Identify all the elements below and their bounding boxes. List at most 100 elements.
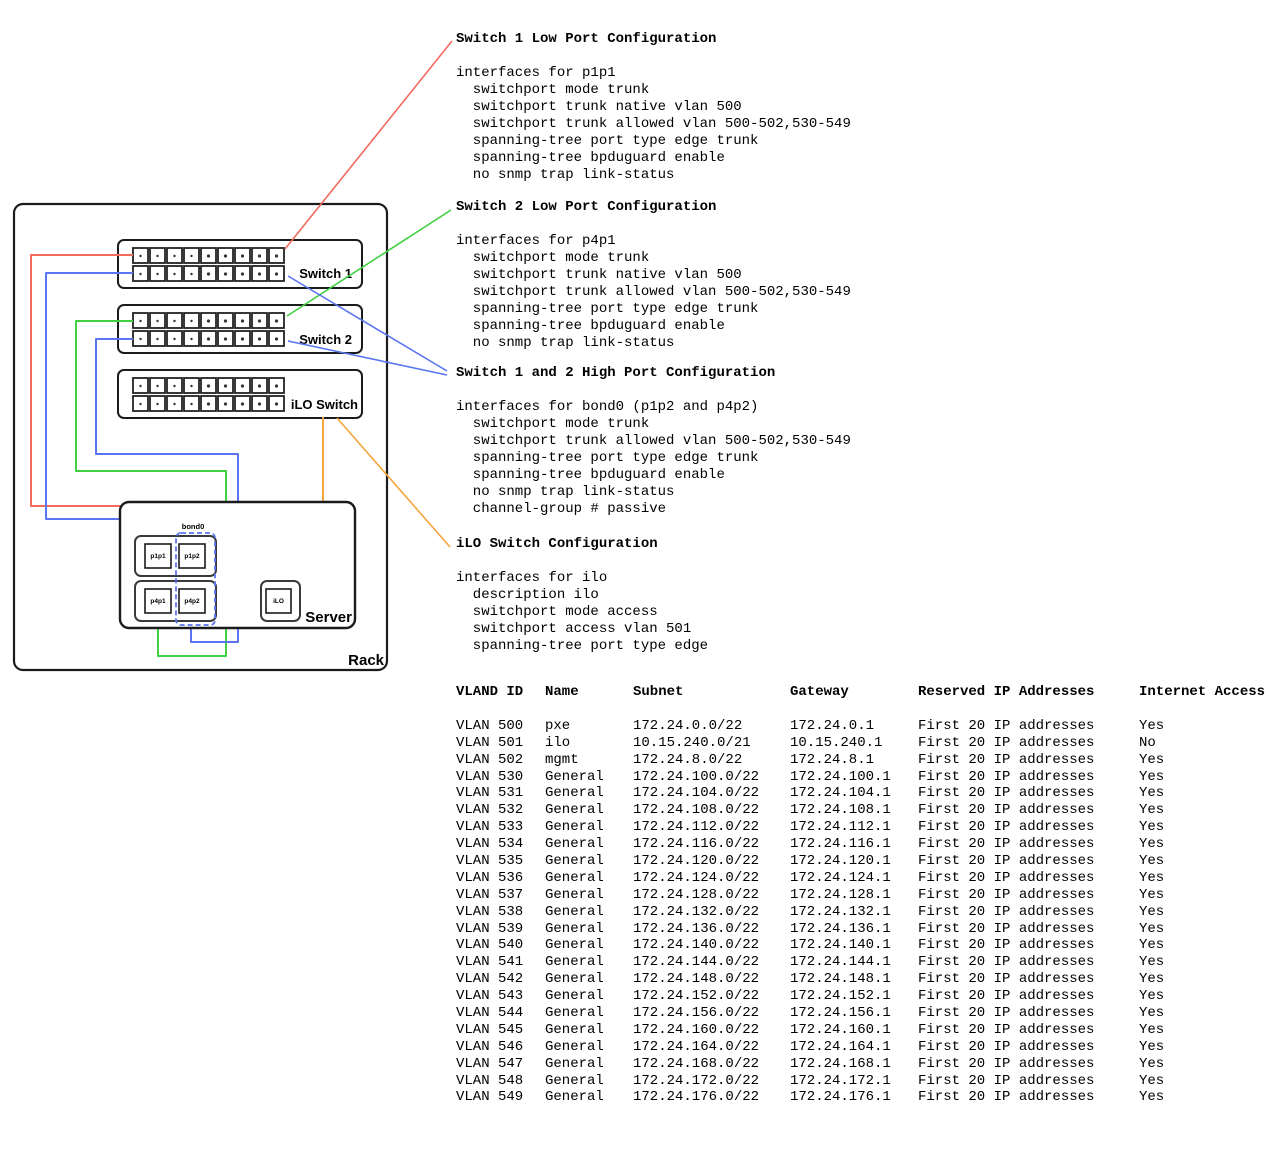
- port-pin-dot: [207, 337, 210, 340]
- config-lines: interfaces for p4p1 switchport mode trun…: [456, 233, 1016, 352]
- port-pin-dot: [258, 337, 261, 340]
- vlan-cell: First 20 IP addresses: [918, 904, 1094, 921]
- vlan-cell: VLAN 501: [456, 735, 523, 752]
- port-pin-dot: [139, 403, 141, 405]
- port-pin-dot: [241, 402, 244, 405]
- config-title: iLO Switch Configuration: [456, 536, 1016, 553]
- vlan-cell: VLAN 542: [456, 971, 523, 988]
- vlan-table-row: VLAN 539General172.24.136.0/22172.24.136…: [456, 921, 1286, 938]
- vlan-cell: First 20 IP addresses: [918, 1022, 1094, 1039]
- vlan-cell: 172.24.132.0/22: [633, 904, 759, 921]
- vlan-cell: General: [545, 988, 604, 1005]
- vlan-cell: 172.24.8.1: [790, 752, 874, 769]
- vlan-cell: 172.24.144.1: [790, 954, 891, 971]
- vlan-cell: General: [545, 819, 604, 836]
- port-pin-dot: [156, 255, 158, 257]
- port-pin-dot: [241, 384, 244, 387]
- vlan-cell: 172.24.168.1: [790, 1056, 891, 1073]
- vlan-cell: VLAN 539: [456, 921, 523, 938]
- port-pin-dot: [258, 319, 261, 322]
- vlan-cell: 172.24.172.1: [790, 1073, 891, 1090]
- vlan-cell: 172.24.104.1: [790, 785, 891, 802]
- vlan-cell: First 20 IP addresses: [918, 870, 1094, 887]
- config-block-high-port: Switch 1 and 2 High Port Configuration i…: [456, 365, 1016, 518]
- config-title: Switch 1 Low Port Configuration: [456, 31, 1016, 48]
- vlan-cell: 172.24.0.1: [790, 718, 874, 735]
- vlan-table-row: VLAN 532General172.24.108.0/22172.24.108…: [456, 802, 1286, 819]
- vlan-cell: 172.24.128.0/22: [633, 887, 759, 904]
- port-pin-dot: [190, 320, 192, 322]
- vlan-table-row: VLAN 548General172.24.172.0/22172.24.172…: [456, 1073, 1286, 1090]
- vlan-cell: 10.15.240.1: [790, 735, 882, 752]
- vlan-cell: 172.24.160.1: [790, 1022, 891, 1039]
- vlan-cell: 172.24.164.0/22: [633, 1039, 759, 1056]
- port-pin-dot: [241, 254, 244, 257]
- port-pin-dot: [139, 273, 141, 275]
- vlan-table-row: VLAN 502mgmt172.24.8.0/22172.24.8.1First…: [456, 752, 1286, 769]
- vlan-table-row: VLAN 531General172.24.104.0/22172.24.104…: [456, 785, 1286, 802]
- port-pin-dot: [190, 403, 192, 405]
- vlan-cell: Yes: [1139, 1005, 1164, 1022]
- config-block-switch2-low: Switch 2 Low Port Configuration interfac…: [456, 199, 1016, 352]
- config-block-switch1-low: Switch 1 Low Port Configuration interfac…: [456, 31, 1016, 184]
- port-pin-dot: [275, 254, 278, 257]
- port-pin-dot: [241, 337, 244, 340]
- port-p1p2-label: p1p2: [184, 553, 200, 560]
- port-pin-dot: [173, 338, 175, 340]
- vlan-cell: First 20 IP addresses: [918, 752, 1094, 769]
- port-pin-dot: [207, 319, 210, 322]
- vlan-cell: Yes: [1139, 1056, 1164, 1073]
- vlan-cell: General: [545, 921, 604, 938]
- vlan-cell: 172.24.160.0/22: [633, 1022, 759, 1039]
- vlan-cell: 172.24.100.1: [790, 769, 891, 786]
- vlan-table-row: VLAN 544General172.24.156.0/22172.24.156…: [456, 1005, 1286, 1022]
- col-header-vlan-id: VLAND ID: [456, 684, 523, 701]
- vlan-table-row: VLAN 538General172.24.132.0/22172.24.132…: [456, 904, 1286, 921]
- vlan-cell: 172.24.124.1: [790, 870, 891, 887]
- vlan-cell: VLAN 537: [456, 887, 523, 904]
- vlan-cell: First 20 IP addresses: [918, 954, 1094, 971]
- port-pin-dot: [156, 338, 158, 340]
- port-pin-dot: [258, 402, 261, 405]
- port-p1p1-label: p1p1: [150, 553, 166, 560]
- vlan-cell: VLAN 540: [456, 937, 523, 954]
- port-p4p1-label: p4p1: [150, 598, 166, 605]
- vlan-cell: First 20 IP addresses: [918, 718, 1094, 735]
- vlan-cell: General: [545, 1089, 604, 1106]
- vlan-cell: First 20 IP addresses: [918, 887, 1094, 904]
- vlan-cell: General: [545, 937, 604, 954]
- vlan-cell: VLAN 545: [456, 1022, 523, 1039]
- vlan-cell: 172.24.132.1: [790, 904, 891, 921]
- vlan-cell: 172.24.148.0/22: [633, 971, 759, 988]
- vlan-cell: VLAN 502: [456, 752, 523, 769]
- vlan-cell: Yes: [1139, 921, 1164, 938]
- vlan-cell: First 20 IP addresses: [918, 1089, 1094, 1106]
- vlan-cell: General: [545, 1005, 604, 1022]
- vlan-cell: 172.24.116.0/22: [633, 836, 759, 853]
- config-title: Switch 1 and 2 High Port Configuration: [456, 365, 1016, 382]
- vlan-cell: 172.24.0.0/22: [633, 718, 742, 735]
- vlan-cell: VLAN 543: [456, 988, 523, 1005]
- port-pin-dot: [224, 254, 227, 257]
- port-pin-dot: [275, 319, 278, 322]
- vlan-table-row: VLAN 545General172.24.160.0/22172.24.160…: [456, 1022, 1286, 1039]
- vlan-cell: Yes: [1139, 988, 1164, 1005]
- port-pin-dot: [207, 384, 210, 387]
- vlan-cell: 172.24.176.0/22: [633, 1089, 759, 1106]
- vlan-table-row: VLAN 535General172.24.120.0/22172.24.120…: [456, 853, 1286, 870]
- vlan-cell: 172.24.108.1: [790, 802, 891, 819]
- config-lines: interfaces for bond0 (p1p2 and p4p2) swi…: [456, 399, 1016, 518]
- vlan-cell: First 20 IP addresses: [918, 819, 1094, 836]
- vlan-table-row: VLAN 500pxe172.24.0.0/22172.24.0.1First …: [456, 718, 1286, 735]
- vlan-cell: First 20 IP addresses: [918, 1039, 1094, 1056]
- port-pin-dot: [173, 403, 175, 405]
- vlan-cell: 172.24.152.1: [790, 988, 891, 1005]
- vlan-cell: Yes: [1139, 819, 1164, 836]
- vlan-table-row: VLAN 542General172.24.148.0/22172.24.148…: [456, 971, 1286, 988]
- port-pin-dot: [224, 272, 227, 275]
- vlan-cell: VLAN 535: [456, 853, 523, 870]
- vlan-cell: Yes: [1139, 937, 1164, 954]
- vlan-table-row: VLAN 501ilo10.15.240.0/2110.15.240.1Firs…: [456, 735, 1286, 752]
- vlan-cell: Yes: [1139, 1039, 1164, 1056]
- port-pin-dot: [275, 272, 278, 275]
